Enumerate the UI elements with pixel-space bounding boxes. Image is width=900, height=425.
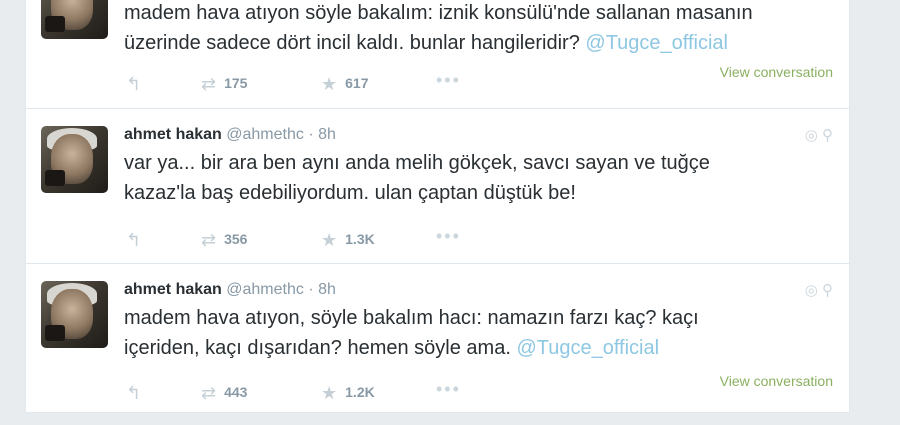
user-fullname[interactable]: ahmet hakan xyxy=(124,281,222,298)
mention-link[interactable]: @Tugce_official xyxy=(585,32,728,54)
star-icon: ★ xyxy=(321,74,338,94)
favorite-button[interactable]: ★ 1.2K xyxy=(321,383,375,404)
favorite-count: 617 xyxy=(345,75,369,91)
reply-icon: ↰ xyxy=(126,74,142,94)
star-icon: ★ xyxy=(321,230,338,250)
tweet-actions: ↰ ⇄ 443 ★ 1.2K ••• xyxy=(126,379,486,404)
avatar[interactable] xyxy=(41,126,108,193)
tweet[interactable]: madem hava atıyon söyle bakalım: iznik k… xyxy=(26,0,849,109)
view-conversation-link[interactable]: View conversation xyxy=(720,64,833,80)
separator: · xyxy=(308,281,314,298)
tweet-text-line: madem hava atıyon söyle bakalım: iznik k… xyxy=(124,2,753,24)
retweet-button[interactable]: ⇄ 443 xyxy=(201,383,247,404)
tweet-text-line: madem hava atıyon, söyle bakalım hacı: n… xyxy=(124,307,699,329)
tweet-actions: ↰ ⇄ 175 ★ 617 ••• xyxy=(126,70,486,95)
tweet-time[interactable]: 8h xyxy=(318,281,336,298)
retweet-icon: ⇄ xyxy=(201,230,217,250)
view-conversation-link[interactable]: View conversation xyxy=(720,373,833,389)
mention-link[interactable]: @Tugce_official xyxy=(516,337,659,359)
avatar[interactable] xyxy=(41,0,108,39)
retweet-count: 356 xyxy=(224,231,248,247)
tweet-text-line: var ya... bir ara ben aynı anda melih gö… xyxy=(124,152,710,174)
retweet-button[interactable]: ⇄ 356 xyxy=(201,230,247,251)
favorite-count: 1.3K xyxy=(345,231,375,247)
more-options-icon[interactable]: ••• xyxy=(436,226,461,247)
user-handle[interactable]: @ahmethc xyxy=(226,126,304,143)
geo-icon: ◎ ⚲ xyxy=(804,127,833,144)
tweet-header: ahmet hakan @ahmethc · 8h xyxy=(124,126,336,144)
tweet-text: var ya... bir ara ben aynı anda melih gö… xyxy=(124,148,824,208)
tweet-text-part: içeriden, kaçı dışarıdan? hemen söyle am… xyxy=(124,337,517,359)
reply-icon: ↰ xyxy=(126,230,142,250)
timeline: madem hava atıyon söyle bakalım: iznik k… xyxy=(25,0,850,413)
tweet-time[interactable]: 8h xyxy=(318,126,336,143)
favorite-count: 1.2K xyxy=(345,384,375,400)
star-icon: ★ xyxy=(321,383,338,403)
avatar[interactable] xyxy=(41,281,108,348)
tweet[interactable]: ahmet hakan @ahmethc · 8h ◎ ⚲ madem hava… xyxy=(26,263,849,413)
more-options-icon[interactable]: ••• xyxy=(436,379,461,400)
retweet-icon: ⇄ xyxy=(201,74,217,94)
favorite-button[interactable]: ★ 617 xyxy=(321,74,369,95)
tweet-header: ahmet hakan @ahmethc · 8h xyxy=(124,281,336,299)
separator: · xyxy=(308,126,314,143)
retweet-count: 175 xyxy=(224,75,248,91)
retweet-count: 443 xyxy=(224,384,248,400)
reply-button[interactable]: ↰ xyxy=(126,230,141,251)
reply-button[interactable]: ↰ xyxy=(126,74,141,95)
tweet-text: madem hava atıyon söyle bakalım: iznik k… xyxy=(124,0,824,58)
tweet[interactable]: ahmet hakan @ahmethc · 8h ◎ ⚲ var ya... … xyxy=(26,108,849,264)
tweet-actions: ↰ ⇄ 356 ★ 1.3K ••• xyxy=(126,226,486,251)
favorite-button[interactable]: ★ 1.3K xyxy=(321,230,375,251)
reply-button[interactable]: ↰ xyxy=(126,383,141,404)
reply-icon: ↰ xyxy=(126,383,142,403)
retweet-icon: ⇄ xyxy=(201,383,217,403)
retweet-button[interactable]: ⇄ 175 xyxy=(201,74,247,95)
more-options-icon[interactable]: ••• xyxy=(436,70,461,91)
geo-icon: ◎ ⚲ xyxy=(804,282,833,299)
user-handle[interactable]: @ahmethc xyxy=(226,281,304,298)
tweet-text-line: içeriden, kaçı dışarıdan? hemen söyle am… xyxy=(124,333,824,363)
tweet-text-part: üzerinde sadece dört incil kaldı. bunlar… xyxy=(124,32,586,54)
tweet-text-line: kazaz'la baş edebiliyordum. ulan çaptan … xyxy=(124,182,576,204)
tweet-text: madem hava atıyon, söyle bakalım hacı: n… xyxy=(124,303,824,363)
tweet-text-line: üzerinde sadece dört incil kaldı. bunlar… xyxy=(124,28,824,58)
user-fullname[interactable]: ahmet hakan xyxy=(124,126,222,143)
